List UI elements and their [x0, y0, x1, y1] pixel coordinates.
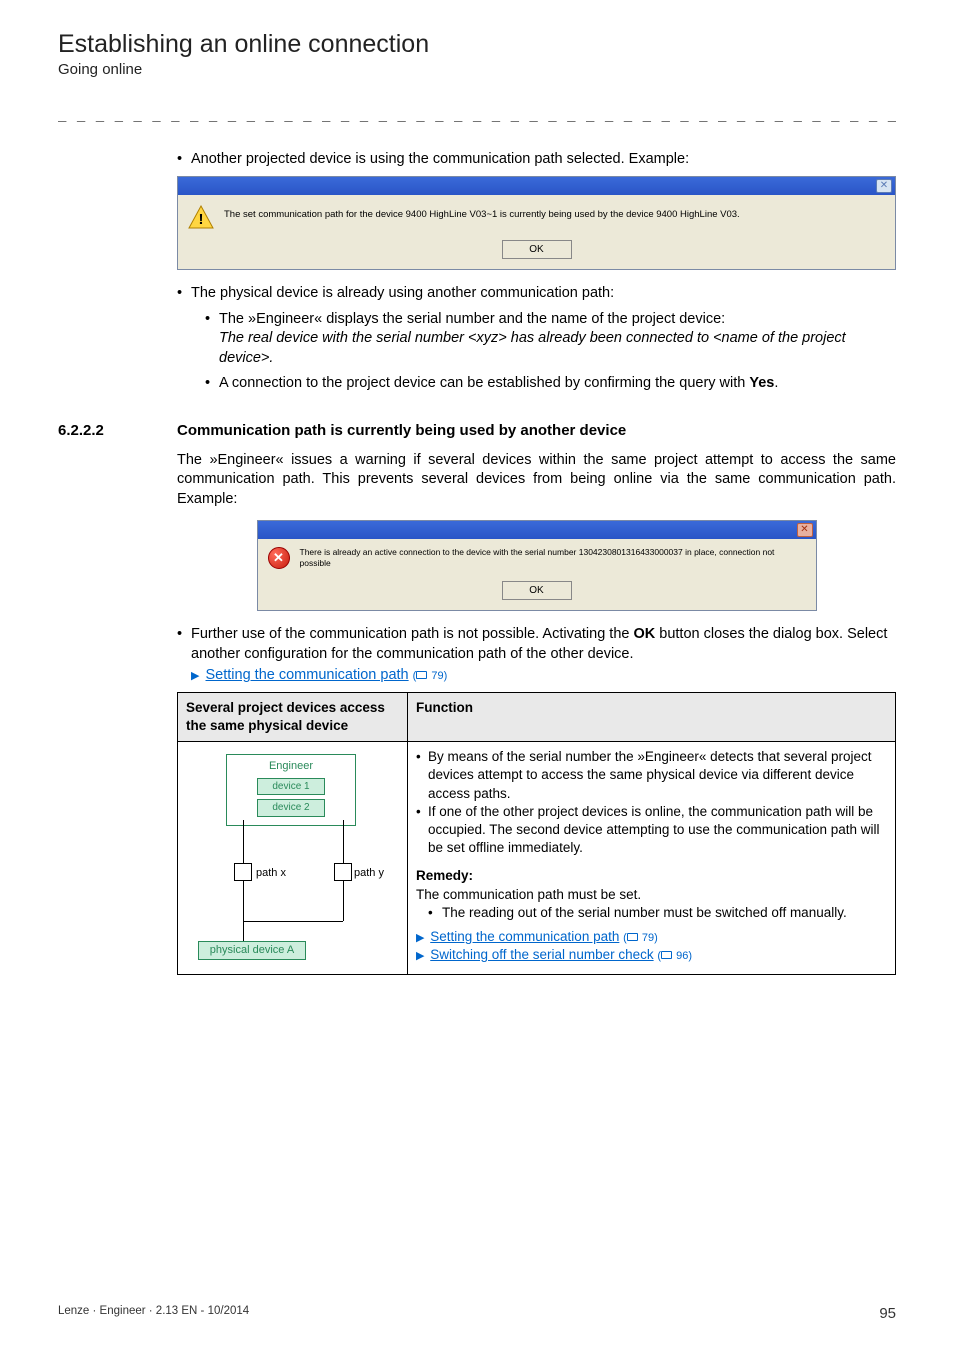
- warning-icon: !: [188, 205, 214, 229]
- page-subtitle: Going online: [58, 61, 896, 78]
- function-cell: •By means of the serial number the »Engi…: [408, 742, 896, 975]
- engineer-box: Engineer device 1 device 2: [226, 754, 356, 826]
- section-title: Communication path is currently being us…: [177, 422, 626, 439]
- bullet-item: • The physical device is already using a…: [177, 284, 896, 304]
- dialog-message: The set communication path for the devic…: [224, 205, 740, 222]
- section-paragraph: The »Engineer« issues a warning if sever…: [177, 451, 896, 510]
- link-arrow-icon: ▶: [416, 932, 424, 944]
- dialog-titlebar: ✕: [258, 521, 816, 539]
- bullet-text: The physical device is already using ano…: [191, 284, 614, 304]
- function-table: Several project devices access the same …: [177, 692, 896, 975]
- sub-bullet-item: • A connection to the project device can…: [205, 374, 896, 394]
- sub-bullet-item: • The »Engineer« displays the serial num…: [205, 310, 896, 369]
- error-icon: ✕: [268, 547, 290, 569]
- svg-text:!: !: [199, 211, 204, 228]
- page-ref: ( 96): [657, 950, 692, 962]
- page-number: 95: [879, 1305, 896, 1322]
- remedy-intro: The communication path must be set.: [416, 886, 887, 904]
- path-y-label: path y: [354, 866, 384, 881]
- page-footer: Lenze · Engineer · 2.13 EN - 10/2014 95: [58, 1305, 896, 1322]
- bullet-item: • Further use of the communication path …: [177, 625, 896, 686]
- book-icon: [661, 951, 672, 959]
- device2-box: device 2: [257, 799, 325, 817]
- path-x-box: [234, 863, 252, 881]
- footer-left: Lenze · Engineer · 2.13 EN - 10/2014: [58, 1305, 249, 1322]
- dialog-message: There is already an active connection to…: [300, 547, 806, 570]
- link-setting-comm-path[interactable]: Setting the communication path: [430, 929, 619, 944]
- diagram-cell: Engineer device 1 device 2 path x path y: [178, 742, 408, 975]
- link-arrow-icon: ▶: [191, 670, 199, 682]
- close-icon[interactable]: ✕: [797, 523, 813, 537]
- page-title: Establishing an online connection: [58, 30, 896, 59]
- close-icon[interactable]: ✕: [876, 179, 892, 193]
- physical-device-box: physical device A: [198, 941, 306, 960]
- book-icon: [627, 933, 638, 941]
- sub-bullet-text: A connection to the project device can b…: [219, 375, 749, 391]
- path-x-label: path x: [256, 866, 286, 881]
- ok-label: OK: [634, 626, 656, 642]
- bullet-text: Another projected device is using the co…: [191, 150, 689, 170]
- sub-bullet-text: The »Engineer« displays the serial numbe…: [219, 311, 725, 327]
- warning-dialog: ✕ ! The set communication path for the d…: [177, 176, 896, 271]
- book-icon: [416, 671, 427, 679]
- func-bullet: If one of the other project devices is o…: [428, 803, 887, 858]
- remedy-bullet: • The reading out of the serial number m…: [428, 904, 887, 922]
- link-arrow-icon: ▶: [416, 950, 424, 962]
- device1-box: device 1: [257, 778, 325, 796]
- ok-button[interactable]: OK: [502, 240, 572, 260]
- dialog-titlebar: ✕: [178, 177, 895, 195]
- page-ref: ( 79): [623, 932, 658, 944]
- path-y-box: [334, 863, 352, 881]
- bullet-item: • Another projected device is using the …: [177, 150, 896, 170]
- link-switching-off-serial[interactable]: Switching off the serial number check: [430, 947, 653, 962]
- yes-label: Yes: [749, 375, 774, 391]
- sub-bullet-italic: The real device with the serial number <…: [219, 330, 846, 366]
- divider-dashes: _ _ _ _ _ _ _ _ _ _ _ _ _ _ _ _ _ _ _ _ …: [58, 106, 896, 122]
- remedy-label: Remedy:: [416, 867, 887, 885]
- link-setting-comm-path[interactable]: Setting the communication path: [206, 667, 409, 683]
- func-bullet: By means of the serial number the »Engin…: [428, 748, 887, 803]
- section-number: 6.2.2.2: [58, 422, 177, 439]
- error-dialog: ✕ ✕ There is already an active connectio…: [257, 520, 817, 611]
- page-ref: ( 79): [413, 670, 448, 682]
- ok-button[interactable]: OK: [502, 581, 572, 601]
- table-header-left: Several project devices access the same …: [178, 692, 408, 741]
- table-header-right: Function: [408, 692, 896, 741]
